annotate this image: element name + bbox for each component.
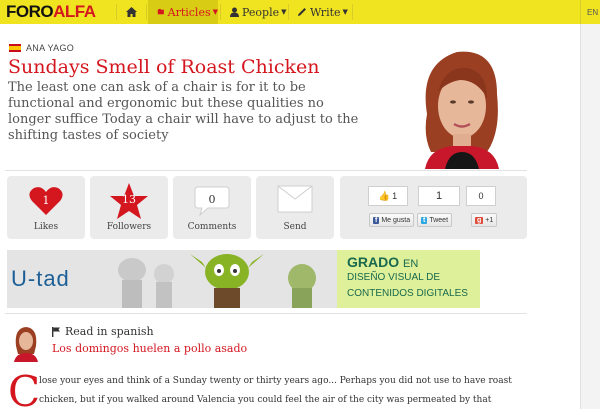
followers-count: 13 (122, 193, 136, 206)
logo-text-alfa: ALFA (53, 2, 96, 21)
vertical-scrollbar[interactable] (580, 24, 600, 409)
banner-line2: DISEÑO VISUAL DE (347, 272, 440, 283)
article-title: Sundays Smell of Roast Chicken (8, 56, 320, 78)
divider (5, 170, 527, 171)
read-in-spanish-label: Read in spanish (65, 325, 154, 338)
divider (5, 313, 527, 314)
facebook-like-label: Me gusta (381, 216, 411, 224)
site-logo[interactable]: FOROALFA (6, 2, 96, 22)
send-label: Send (283, 222, 307, 232)
banner-en: EN (403, 258, 419, 270)
nav-articles-label: Articles (167, 5, 211, 19)
nav-divider (288, 4, 289, 20)
articles-icon (157, 8, 164, 15)
social-share-panel: 👍 1 1 0 f Me gusta t Tweet g +1 (340, 176, 527, 239)
drop-cap: C (8, 367, 41, 409)
utad-logo: U-tad (11, 266, 70, 292)
tweet-button[interactable]: t Tweet (417, 213, 453, 227)
facebook-count-box: 👍 1 (368, 186, 408, 206)
nav-divider (220, 4, 221, 20)
chevron-down-icon: ▼ (212, 8, 218, 16)
read-in-spanish-row: Read in spanish (52, 325, 154, 338)
nav-people-menu[interactable]: People ▼ (222, 0, 288, 24)
nav-people-label: People (242, 5, 280, 19)
nav-articles-menu[interactable]: Articles ▼ (148, 0, 218, 24)
ad-banner[interactable]: U-tad GRADO EN DISEÑO VISUAL DE CONTENID… (7, 250, 480, 308)
chevron-down-icon: ▼ (281, 8, 287, 16)
author-name[interactable]: ANA YAGO (26, 43, 74, 53)
likes-label: Likes (33, 222, 59, 232)
likes-tile[interactable]: 1 Likes (7, 176, 85, 239)
logo-text-foro: FORO (6, 2, 54, 21)
comments-tile[interactable]: 0 Comments (173, 176, 251, 239)
facebook-icon: f (373, 216, 380, 224)
gplus-count: 0 (478, 191, 484, 201)
tweet-label: Tweet (429, 216, 449, 224)
nav-write-menu[interactable]: Write ▼ (290, 0, 352, 24)
gplus-count-box: 0 (466, 186, 496, 206)
banner-headline: GRADO EN (347, 254, 418, 270)
comments-count: 0 (208, 193, 216, 206)
banner-grado: GRADO (347, 254, 400, 270)
likes-count: 1 (42, 194, 50, 207)
article-body-line: chicken, but if you walked around Valenc… (39, 395, 492, 405)
chevron-down-icon: ▼ (342, 8, 348, 16)
followers-label: Followers (106, 222, 152, 232)
language-switch[interactable]: EN (580, 0, 600, 24)
nav-divider (146, 4, 147, 20)
google-plus-icon: g (475, 216, 484, 224)
comments-label: Comments (187, 222, 237, 232)
followers-tile[interactable]: 13 Followers (90, 176, 168, 239)
author-byline: ANA YAGO (9, 43, 74, 53)
twitter-bird-icon: t (421, 216, 428, 224)
banner-characters-illustration (118, 254, 316, 308)
thumbs-up-icon: 👍 (378, 190, 391, 201)
home-icon (125, 7, 137, 17)
top-navbar: FOROALFA Articles ▼ People ▼ Write ▼ (0, 0, 580, 24)
flag-icon (52, 326, 60, 337)
nav-write-label: Write (310, 5, 341, 19)
gplus-button[interactable]: g +1 (471, 213, 498, 227)
author-portrait[interactable] (405, 44, 515, 169)
envelope-icon (277, 185, 313, 213)
nav-divider (352, 4, 353, 20)
facebook-like-button[interactable]: f Me gusta (369, 213, 415, 227)
spanish-version-link[interactable]: Los domingos huelen a pollo asado (52, 342, 247, 355)
pencil-icon (298, 8, 306, 16)
banner-line3: CONTENIDOS DIGITALES (347, 288, 468, 299)
author-thumbnail[interactable] (12, 324, 40, 362)
facebook-count: 1 (392, 191, 398, 201)
person-icon (230, 7, 239, 17)
tweet-count-box: 1 (418, 186, 460, 206)
article-body-line: lose your eyes and think of a Sunday twe… (39, 376, 512, 386)
spain-flag-icon (9, 44, 21, 52)
gplus-label: +1 (485, 216, 494, 224)
utad-brand: U-tad (11, 266, 70, 291)
tweet-count: 1 (435, 190, 443, 202)
send-tile[interactable]: Send (256, 176, 334, 239)
home-button[interactable] (117, 0, 145, 24)
article-subtitle: The least one can ask of a chair is for … (8, 80, 359, 143)
